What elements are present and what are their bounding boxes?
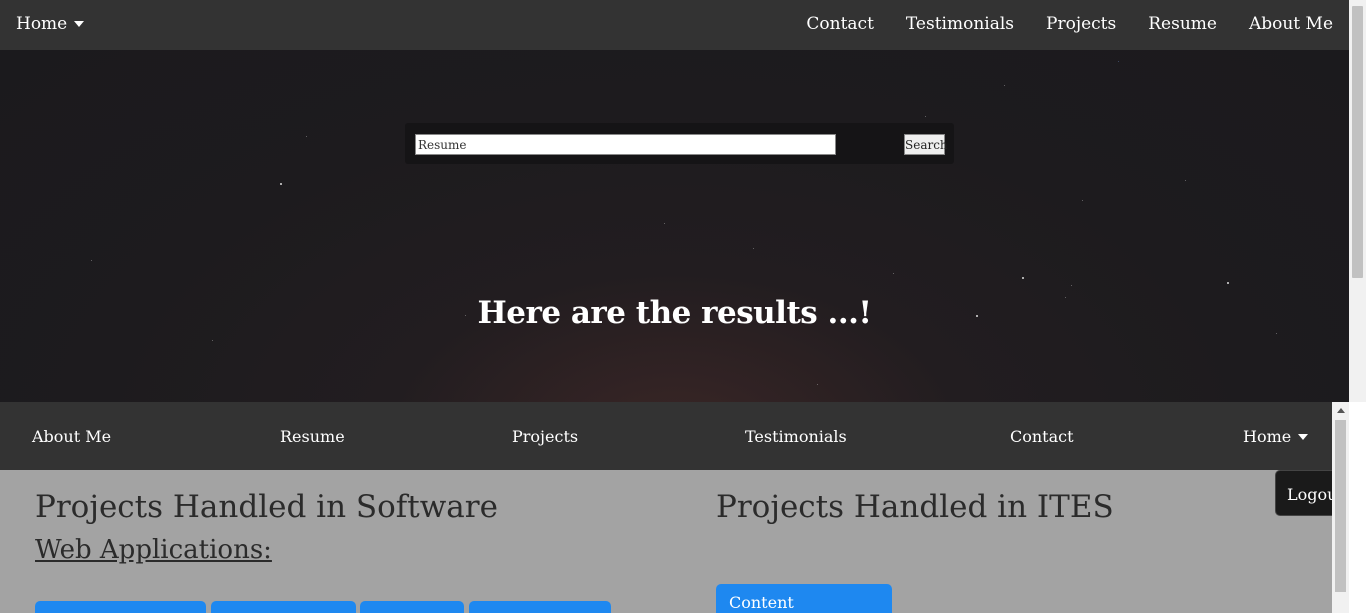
web-app-button[interactable] <box>211 601 356 613</box>
top-navbar: Home Contact Testimonials Projects Resum… <box>0 0 1349 50</box>
ites-projects-title: Projects Handled in ITES <box>716 489 1114 525</box>
scrollbar-thumb[interactable] <box>1352 6 1363 278</box>
top-nav-resume[interactable]: Resume <box>1148 14 1217 34</box>
star <box>306 136 307 137</box>
search-bar: Search <box>405 123 954 164</box>
logout-button[interactable]: Logout <box>1275 470 1337 516</box>
search-button[interactable]: Search <box>904 134 948 155</box>
star <box>1082 200 1083 201</box>
scrollbar-gutter <box>1349 402 1366 613</box>
star <box>664 223 665 224</box>
star <box>1004 85 1005 86</box>
caret-down-icon <box>74 21 85 27</box>
star <box>212 340 213 341</box>
star <box>753 248 754 249</box>
caret-down-icon <box>1298 433 1309 440</box>
web-app-button[interactable] <box>360 601 464 613</box>
sub-nav-contact[interactable]: Contact <box>1010 427 1074 446</box>
star <box>91 260 92 261</box>
results-heading: Here are the results ...! <box>477 295 872 331</box>
web-applications-subheading: Web Applications: <box>35 535 272 565</box>
top-nav-links: Contact Testimonials Projects Resume Abo… <box>806 14 1333 34</box>
content-scrollbar[interactable] <box>1332 402 1349 613</box>
star <box>1185 180 1186 181</box>
sub-nav-testimonials[interactable]: Testimonials <box>745 427 847 446</box>
top-nav-testimonials[interactable]: Testimonials <box>906 14 1014 34</box>
star <box>280 183 282 185</box>
top-nav-home-dropdown[interactable]: Home <box>16 14 85 34</box>
sub-nav-projects[interactable]: Projects <box>512 427 578 446</box>
web-app-button[interactable] <box>35 601 206 613</box>
star <box>1118 61 1119 62</box>
star <box>925 116 926 117</box>
scroll-up-arrow-icon[interactable] <box>1337 408 1345 413</box>
star <box>1227 282 1229 284</box>
top-nav-contact[interactable]: Contact <box>806 14 874 34</box>
sub-nav-home-label: Home <box>1243 427 1292 446</box>
software-projects-title: Projects Handled in Software <box>35 489 498 525</box>
star <box>893 273 894 274</box>
star <box>1276 333 1277 334</box>
content-management-button[interactable]: Content Management <box>716 584 892 613</box>
web-app-button[interactable] <box>469 601 611 613</box>
sub-nav-home-dropdown[interactable]: Home <box>1243 427 1309 446</box>
sub-nav-resume[interactable]: Resume <box>280 427 345 446</box>
sub-nav-about-me[interactable]: About Me <box>32 427 111 446</box>
top-nav-about-me[interactable]: About Me <box>1249 14 1333 34</box>
scrollbar-thumb[interactable] <box>1335 420 1346 592</box>
page-scrollbar[interactable] <box>1349 0 1366 402</box>
star <box>817 384 818 385</box>
top-nav-projects[interactable]: Projects <box>1046 14 1116 34</box>
star <box>1022 277 1024 279</box>
hero-banner: Search Here are the results ...! <box>0 50 1349 402</box>
top-nav-home-label: Home <box>16 14 68 34</box>
search-input[interactable] <box>415 134 836 155</box>
secondary-navbar: About Me Resume Projects Testimonials Co… <box>0 402 1332 470</box>
star <box>1071 285 1072 286</box>
